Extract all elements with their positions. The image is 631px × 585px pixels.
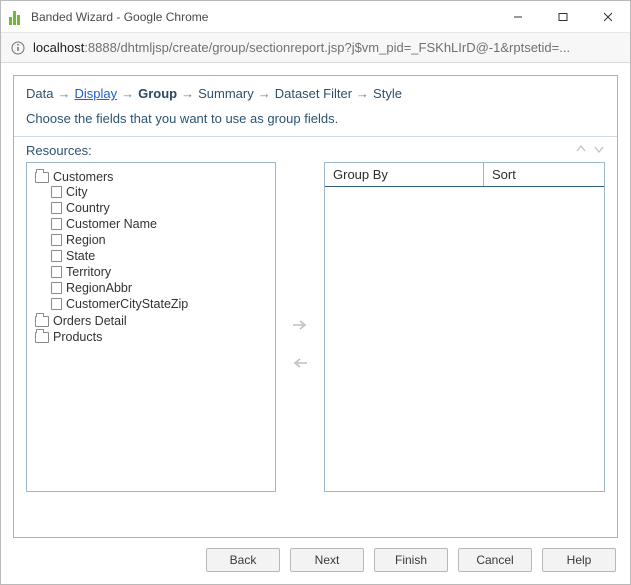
crumb-arrow-icon: →	[258, 86, 271, 101]
tree-folder-customers[interactable]: Customers	[35, 170, 267, 184]
tree-label: Region	[66, 233, 106, 247]
tree-item-customercitystatezip[interactable]: CustomerCityStateZip	[51, 297, 267, 311]
tree-item-city[interactable]: City	[51, 185, 267, 199]
breadcrumb: Data → Display → Group → Summary → Dataset Filte…	[14, 76, 617, 107]
add-button[interactable]	[290, 315, 310, 335]
cancel-button[interactable]: Cancel	[458, 548, 532, 572]
tree-label: Country	[66, 201, 110, 215]
tree-label: Products	[53, 330, 102, 344]
finish-button[interactable]: Finish	[374, 548, 448, 572]
folder-icon	[35, 332, 49, 343]
tree-label: RegionAbbr	[66, 281, 132, 295]
tree-item-region[interactable]: Region	[51, 233, 267, 247]
url-text: localhost:8888/dhtmljsp/create/group/sec…	[33, 40, 570, 55]
address-bar[interactable]: localhost:8888/dhtmljsp/create/group/sec…	[1, 33, 630, 63]
window-maximize-button[interactable]	[540, 1, 585, 32]
help-button[interactable]: Help	[542, 548, 616, 572]
grid-body[interactable]	[325, 187, 604, 491]
crumb-dataset-filter[interactable]: Dataset Filter	[275, 86, 352, 101]
field-icon	[51, 234, 62, 246]
crumb-arrow-icon: →	[121, 86, 134, 101]
tree-item-regionabbr[interactable]: RegionAbbr	[51, 281, 267, 295]
field-icon	[51, 282, 62, 294]
tree-folder-products[interactable]: Products	[35, 330, 267, 344]
nav-up-icon[interactable]	[575, 143, 587, 158]
col-sort[interactable]: Sort	[484, 163, 604, 186]
back-button[interactable]: Back	[206, 548, 280, 572]
window-close-button[interactable]	[585, 1, 630, 32]
url-host: localhost	[33, 40, 84, 55]
tree-label: Customer Name	[66, 217, 157, 231]
window-titlebar: Banded Wizard - Google Chrome	[1, 1, 630, 33]
field-icon	[51, 266, 62, 278]
crumb-style[interactable]: Style	[373, 86, 402, 101]
crumb-summary[interactable]: Summary	[198, 86, 254, 101]
remove-button[interactable]	[290, 353, 310, 373]
tree-label: Customers	[53, 170, 113, 184]
field-icon	[51, 250, 62, 262]
tree-label: Territory	[66, 265, 111, 279]
folder-icon	[35, 172, 49, 183]
url-rest: :8888/dhtmljsp/create/group/sectionrepor…	[84, 40, 570, 55]
window-title: Banded Wizard - Google Chrome	[31, 10, 208, 24]
tree-item-country[interactable]: Country	[51, 201, 267, 215]
site-info-icon[interactable]	[11, 41, 25, 55]
col-group-by[interactable]: Group By	[325, 163, 484, 186]
app-icon	[9, 9, 25, 25]
tree-label: Orders Detail	[53, 314, 127, 328]
tree-label: CustomerCityStateZip	[66, 297, 188, 311]
wizard-footer: Back Next Finish Cancel Help	[13, 538, 618, 572]
field-icon	[51, 218, 62, 230]
tree-label: City	[66, 185, 88, 199]
next-button[interactable]: Next	[290, 548, 364, 572]
wizard-instruction: Choose the fields that you want to use a…	[14, 107, 617, 136]
tree-item-state[interactable]: State	[51, 249, 267, 263]
resources-label: Resources:	[26, 143, 92, 158]
window-minimize-button[interactable]	[495, 1, 540, 32]
crumb-data[interactable]: Data	[26, 86, 53, 101]
crumb-arrow-icon: →	[356, 86, 369, 101]
crumb-arrow-icon: →	[57, 86, 70, 101]
tree-folder-orders-detail[interactable]: Orders Detail	[35, 314, 267, 328]
resources-tree[interactable]: CustomersCity Country Customer Name Region S…	[26, 162, 276, 492]
tree-item-customer-name[interactable]: Customer Name	[51, 217, 267, 231]
field-icon	[51, 298, 62, 310]
folder-icon	[35, 316, 49, 327]
tree-label: State	[66, 249, 95, 263]
nav-down-icon[interactable]	[593, 143, 605, 158]
field-icon	[51, 202, 62, 214]
grid-header: Group By Sort	[325, 163, 604, 187]
group-grid[interactable]: Group By Sort	[324, 162, 605, 492]
crumb-display[interactable]: Display	[74, 86, 117, 101]
crumb-arrow-icon: →	[181, 86, 194, 101]
wizard-panel: Data → Display → Group → Summary → Dataset Filte…	[13, 75, 618, 538]
field-icon	[51, 186, 62, 198]
crumb-group[interactable]: Group	[138, 86, 177, 101]
tree-item-territory[interactable]: Territory	[51, 265, 267, 279]
